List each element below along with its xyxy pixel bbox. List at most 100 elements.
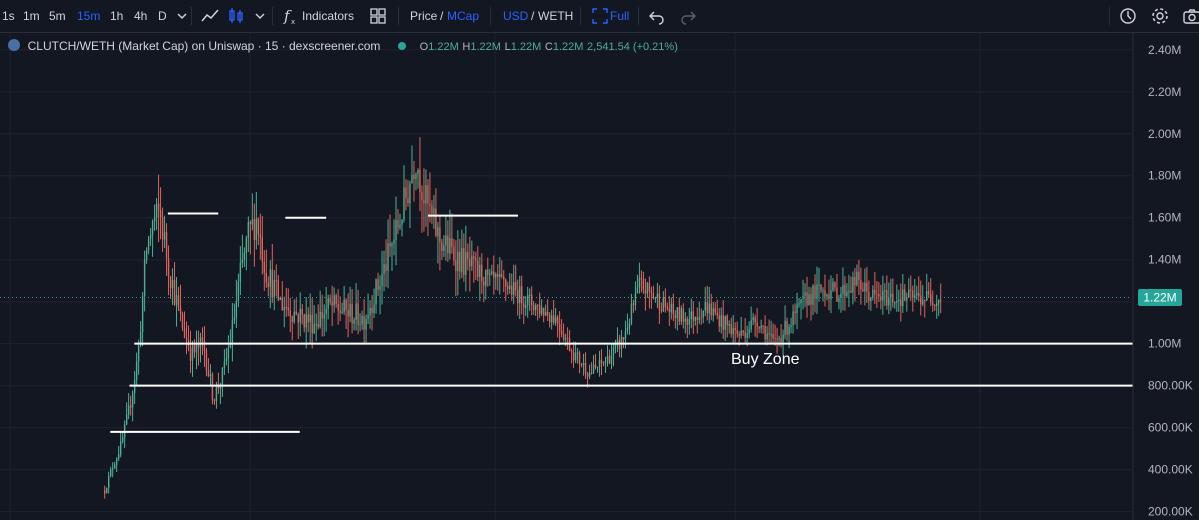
candle-body xyxy=(177,295,180,308)
candle-body xyxy=(365,318,367,330)
indicators-button[interactable]: Indicators xyxy=(302,0,354,32)
candle-body xyxy=(640,277,643,280)
candle-body xyxy=(542,307,545,316)
full-button[interactable]: Full xyxy=(610,0,629,32)
candle-body xyxy=(802,295,804,300)
candle-body xyxy=(117,454,120,459)
candle-body xyxy=(321,311,323,319)
candle-body xyxy=(509,285,511,290)
candle-body xyxy=(712,308,714,316)
candle-body xyxy=(289,310,291,317)
chevron-down-icon[interactable] xyxy=(250,6,270,26)
candle-body xyxy=(578,352,581,364)
chevron-down-icon[interactable] xyxy=(172,6,192,26)
candle-body xyxy=(594,364,597,368)
candle-body xyxy=(604,361,607,364)
mcap-toggle[interactable]: MCap xyxy=(447,0,479,32)
interval-d[interactable]: D xyxy=(158,0,167,32)
clock-icon[interactable] xyxy=(1118,6,1138,26)
candle-body xyxy=(940,299,942,301)
ohlc-change-value: 2,541.54 (+0.21%) xyxy=(587,41,678,53)
redo-icon[interactable] xyxy=(678,6,698,26)
candle-body xyxy=(690,311,692,320)
candle-body xyxy=(810,294,812,305)
candle-body xyxy=(107,475,110,488)
candle-body xyxy=(263,261,266,273)
gear-icon[interactable] xyxy=(1150,6,1170,26)
candle-body xyxy=(672,303,675,315)
candle-body xyxy=(285,307,287,309)
fullscreen-icon[interactable] xyxy=(590,6,610,26)
candle-body xyxy=(898,299,900,302)
chart-legend: CLUTCH/WETH (Market Cap) on Uniswap · 15… xyxy=(8,38,678,56)
camera-icon[interactable] xyxy=(1182,6,1199,26)
candle-body xyxy=(708,303,710,314)
candle-body xyxy=(546,312,549,316)
interval-1h[interactable]: 1h xyxy=(110,0,123,32)
candle-body xyxy=(283,307,285,311)
candle-body xyxy=(742,330,744,333)
candle-body xyxy=(203,340,206,351)
candle-body xyxy=(556,316,559,325)
candle-body xyxy=(696,317,698,320)
y-axis-tick-label: 2.40M xyxy=(1148,43,1181,57)
candle-body xyxy=(636,287,639,294)
interval-1s[interactable]: 1s xyxy=(2,0,15,32)
candle-body xyxy=(311,314,313,334)
candle-body xyxy=(592,364,595,374)
interval-4h[interactable]: 4h xyxy=(134,0,147,32)
candle-body xyxy=(648,282,651,291)
usd-toggle[interactable]: USD xyxy=(503,0,528,32)
candle-body xyxy=(359,324,361,326)
candle-body xyxy=(221,367,224,385)
candle-body xyxy=(716,312,718,316)
interval-1m[interactable]: 1m xyxy=(23,0,40,32)
candle-body xyxy=(401,219,403,225)
drawn-lines xyxy=(110,212,1140,433)
price-chart[interactable]: 2.40M2.20M2.00M1.80M1.60M1.40M1.20M1.00M… xyxy=(0,33,1199,520)
candle-body xyxy=(267,282,270,287)
candle-body xyxy=(686,318,689,325)
candle-body xyxy=(435,208,437,236)
candle-body xyxy=(608,356,611,364)
candle-body xyxy=(558,324,561,331)
candle-body xyxy=(379,285,381,290)
y-axis-tick-label: 2.00M xyxy=(1148,127,1181,141)
price-toggle[interactable]: Price xyxy=(410,0,437,32)
candle-body xyxy=(818,284,820,286)
candle-body xyxy=(227,347,230,359)
candle-body xyxy=(347,309,349,317)
candle-body xyxy=(730,324,732,335)
function-icon[interactable]: fx xyxy=(280,6,300,26)
candle-body xyxy=(455,260,457,272)
undo-icon[interactable] xyxy=(647,6,667,26)
candle-body xyxy=(854,276,856,286)
candle-body xyxy=(824,290,826,297)
candle-body xyxy=(301,308,303,315)
candle-body xyxy=(748,329,750,334)
line-chart-icon[interactable] xyxy=(200,6,220,26)
chart-grid xyxy=(0,33,1132,520)
candle-body xyxy=(119,441,122,455)
candle-body xyxy=(305,314,307,328)
candle-body xyxy=(355,303,357,320)
candle-body xyxy=(890,293,892,298)
candle-body xyxy=(233,317,236,321)
candle-body xyxy=(307,314,309,323)
price-mcap-separator: / xyxy=(440,9,444,23)
layout-icon[interactable] xyxy=(368,6,388,26)
candle-body xyxy=(644,290,647,294)
candle-body xyxy=(393,239,395,244)
candle-body xyxy=(814,285,816,299)
candle-body xyxy=(704,302,706,311)
candle-body xyxy=(513,282,515,295)
candle-body xyxy=(832,282,834,291)
candles-icon[interactable] xyxy=(226,6,246,26)
interval-15m[interactable]: 15m xyxy=(77,0,100,32)
candle-body xyxy=(269,269,272,287)
weth-toggle[interactable]: WETH xyxy=(538,0,573,32)
interval-5m[interactable]: 5m xyxy=(49,0,66,32)
candle-body xyxy=(465,252,467,275)
candle-body xyxy=(281,298,283,311)
candle-body xyxy=(836,287,838,302)
